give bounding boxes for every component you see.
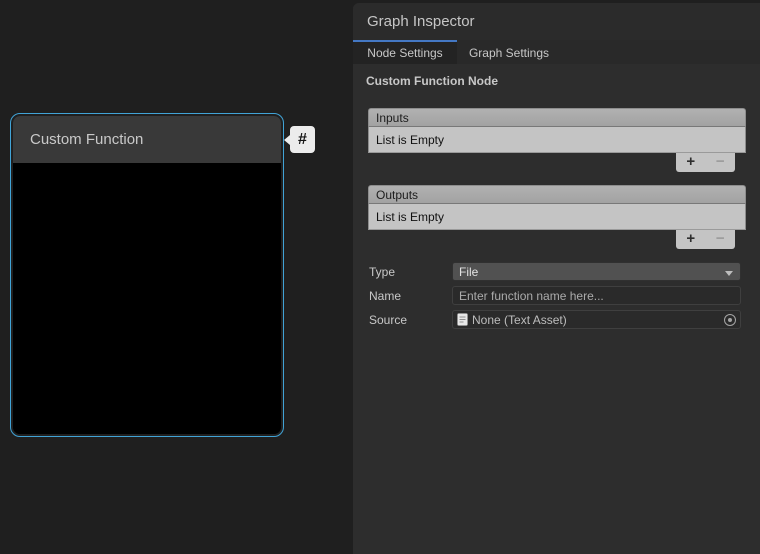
outputs-header-label: Outputs	[376, 188, 418, 202]
graph-inspector-panel: Graph Inspector Node Settings Graph Sett…	[353, 3, 760, 554]
node-container: Custom Function	[13, 116, 281, 434]
outputs-list-footer: + −	[676, 230, 735, 249]
type-dropdown[interactable]: File	[452, 262, 741, 281]
source-label: Source	[369, 313, 407, 327]
outputs-remove-button[interactable]: −	[709, 231, 731, 248]
inputs-empty-label: List is Empty	[376, 133, 444, 147]
inputs-remove-button[interactable]: −	[709, 154, 731, 171]
outputs-add-button[interactable]: +	[680, 231, 702, 248]
tab-graph-settings[interactable]: Graph Settings	[457, 40, 561, 64]
inputs-list: Inputs List is Empty + −	[368, 108, 746, 153]
panel-header[interactable]: Graph Inspector	[353, 3, 760, 40]
function-name-input[interactable]	[452, 286, 741, 305]
node-title-bar[interactable]: Custom Function	[13, 116, 281, 163]
chevron-down-icon	[725, 271, 733, 276]
inputs-add-button[interactable]: +	[680, 154, 702, 171]
node-title: Custom Function	[30, 131, 143, 148]
custom-function-node[interactable]: Custom Function	[10, 113, 284, 437]
tab-label: Node Settings	[367, 46, 442, 60]
source-object-field[interactable]: None (Text Asset)	[452, 310, 741, 329]
type-label: Type	[369, 265, 395, 279]
badge-tail-icon	[284, 135, 290, 145]
node-settings-badge[interactable]: #	[290, 126, 315, 153]
inputs-empty-row: List is Empty	[368, 127, 746, 153]
outputs-empty-label: List is Empty	[376, 210, 444, 224]
outputs-list-header: Outputs	[368, 185, 746, 204]
hash-icon: #	[298, 131, 307, 149]
outputs-empty-row: List is Empty	[368, 204, 746, 230]
source-object-value: None (Text Asset)	[472, 313, 724, 327]
object-picker-icon[interactable]	[724, 314, 736, 326]
inputs-list-header: Inputs	[368, 108, 746, 127]
inputs-header-label: Inputs	[376, 111, 409, 125]
tab-label: Graph Settings	[469, 46, 549, 60]
name-label: Name	[369, 289, 401, 303]
tab-bar: Node Settings Graph Settings	[353, 40, 760, 64]
text-asset-icon	[457, 313, 468, 326]
outputs-list: Outputs List is Empty + −	[368, 185, 746, 230]
inputs-list-footer: + −	[676, 153, 735, 172]
panel-title: Graph Inspector	[367, 13, 475, 30]
node-body	[13, 163, 281, 434]
tab-node-settings[interactable]: Node Settings	[353, 40, 457, 64]
section-title: Custom Function Node	[366, 74, 498, 88]
type-dropdown-value: File	[459, 265, 478, 279]
